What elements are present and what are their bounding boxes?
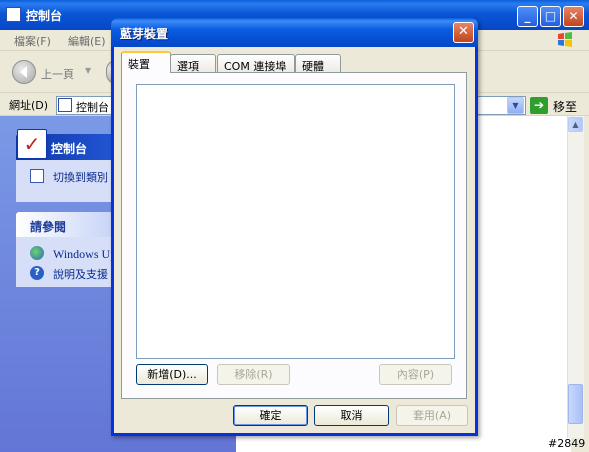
control-panel-checkmark-icon: ✓: [17, 129, 47, 159]
switch-to-category-link[interactable]: 切換到類別: [53, 169, 108, 185]
see-also-group-title: 請參閱: [30, 220, 67, 234]
go-button-label[interactable]: 移至: [553, 98, 577, 115]
switch-view-icon: [30, 169, 44, 183]
dialog-title: 藍芽裝置: [120, 27, 169, 41]
ok-button[interactable]: 確定: [233, 405, 308, 426]
control-panel-small-icon: [58, 98, 72, 112]
back-button-label[interactable]: 上一頁: [41, 66, 74, 82]
device-list[interactable]: [136, 84, 455, 359]
minimize-icon[interactable]: _: [517, 6, 538, 27]
help-and-support-link[interactable]: 說明及支援: [53, 266, 108, 282]
go-arrow-icon[interactable]: ➔: [530, 97, 548, 114]
tab-hardware[interactable]: 硬體: [295, 54, 341, 73]
back-arrow-icon[interactable]: [12, 60, 36, 84]
background-close-icon[interactable]: ✕: [563, 6, 584, 27]
tab-com-ports[interactable]: COM 連接埠: [217, 54, 295, 73]
scroll-up-icon[interactable]: ▲: [568, 117, 583, 132]
windows-logo-icon: [558, 32, 572, 47]
apply-button[interactable]: 套用(A): [396, 405, 468, 426]
maximize-icon[interactable]: □: [540, 6, 561, 27]
control-panel-group-title: 控制台: [51, 142, 88, 156]
tab-devices[interactable]: 裝置: [121, 51, 171, 73]
dialog-close-icon[interactable]: ✕: [453, 22, 474, 43]
background-window-title: 控制台: [26, 9, 63, 23]
windows-update-link[interactable]: Windows Up: [53, 247, 116, 262]
add-device-button[interactable]: 新增(D)...: [136, 364, 208, 385]
watermark-label: #2849: [548, 437, 586, 450]
remove-device-button[interactable]: 移除(R): [217, 364, 290, 385]
back-dropdown-icon[interactable]: ▼: [85, 66, 91, 75]
cancel-button[interactable]: 取消: [314, 405, 389, 426]
scrollbar-thumb[interactable]: [568, 384, 583, 424]
properties-button[interactable]: 內容(P): [379, 364, 452, 385]
help-icon: ?: [30, 266, 44, 280]
windows-update-icon: [30, 246, 44, 260]
menu-file[interactable]: 檔案(F): [14, 33, 51, 49]
tab-options[interactable]: 選項: [170, 54, 216, 73]
address-label: 網址(D): [9, 99, 49, 112]
address-dropdown-icon[interactable]: ▼: [507, 97, 524, 114]
menu-edit[interactable]: 編輯(E): [68, 33, 106, 49]
control-panel-icon: [6, 7, 21, 22]
address-value[interactable]: 控制台: [76, 99, 109, 115]
